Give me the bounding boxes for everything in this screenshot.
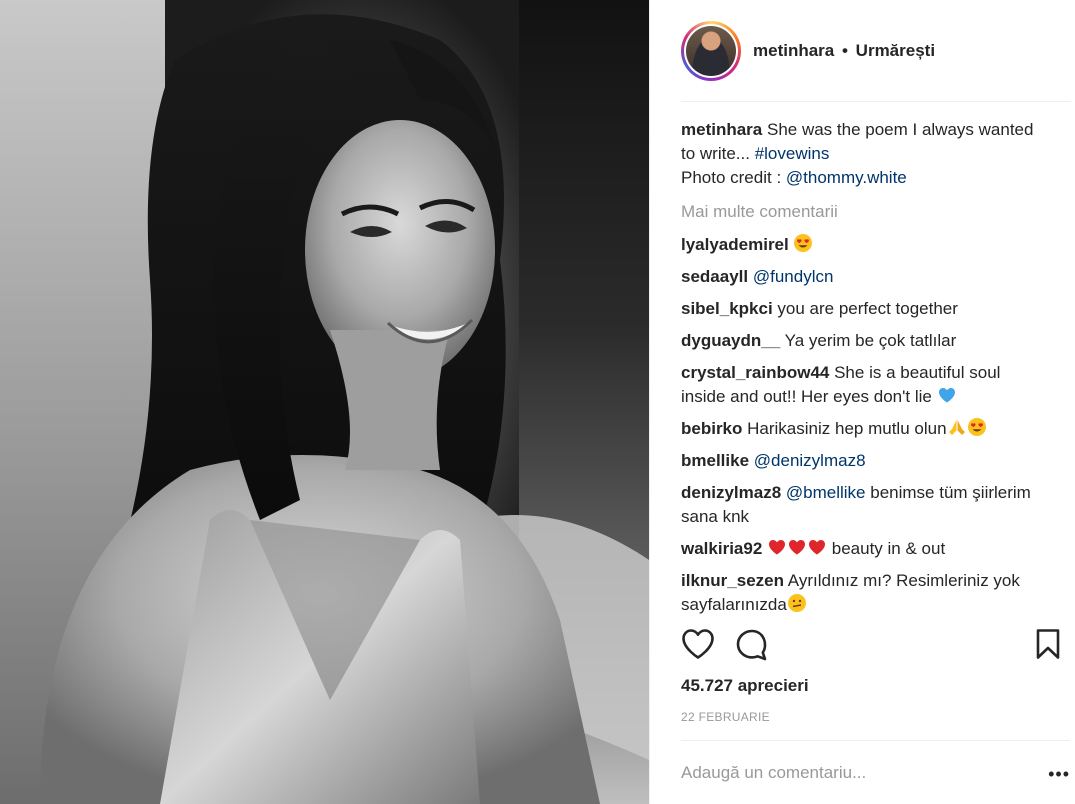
comment-item: sedaayll @fundylcn <box>681 265 1043 289</box>
post-photo[interactable] <box>0 0 649 804</box>
comment-text: Ya yerim be çok tatlılar <box>784 331 957 350</box>
comment-text: you are perfect together <box>777 299 958 318</box>
caption-text-2: Photo credit : <box>681 168 786 187</box>
comment-item: ilknur_sezen Ayrıldınız mı? Resimleriniz… <box>681 569 1043 614</box>
comment-username[interactable]: sedaayll <box>681 267 748 286</box>
header-divider <box>681 101 1071 102</box>
caption-hashtag[interactable]: #lovewins <box>755 144 830 163</box>
comment-username[interactable]: ilknur_sezen <box>681 571 784 590</box>
comments-list[interactable]: metinhara She was the poem I always want… <box>681 118 1043 614</box>
caption-username[interactable]: metinhara <box>681 120 762 139</box>
comment-username[interactable]: denizylmaz8 <box>681 483 781 502</box>
photo-illustration <box>40 14 649 804</box>
header-separator: • <box>841 41 848 60</box>
comment-item: bebirko Harikasiniz hep mutlu olun <box>681 417 1043 441</box>
post-info-pane: metinhara • Urmărești metinhara She was … <box>649 0 1075 804</box>
comment-text: Harikasiniz hep mutlu olun <box>747 419 947 438</box>
comment-username[interactable]: bmellike <box>681 451 749 470</box>
comment-username[interactable]: walkiria92 <box>681 539 762 558</box>
comment-mention[interactable]: @bmellike <box>786 483 866 502</box>
comment-item: walkiria92 beauty in & out <box>681 537 1043 561</box>
caption-mention[interactable]: @thommy.white <box>786 168 907 187</box>
comment-mention[interactable]: @fundylcn <box>753 267 834 286</box>
comment-item: denizylmaz8 @bmellike benimse tüm şiirle… <box>681 481 1043 529</box>
post-actions <box>681 628 1061 664</box>
caption: metinhara She was the poem I always want… <box>681 118 1043 190</box>
avatar[interactable] <box>686 26 736 76</box>
comment-mention[interactable]: @denizylmaz8 <box>754 451 866 470</box>
comment-item: crystal_rainbow44 She is a beautiful sou… <box>681 361 1043 409</box>
comment-item: bmellike @denizylmaz8 <box>681 449 1043 473</box>
story-ring[interactable] <box>681 21 741 81</box>
post-header: metinhara • Urmărești <box>650 0 1075 102</box>
folded-hands-emoji-icon <box>948 420 965 435</box>
likes-count[interactable]: 45.727 aprecieri <box>681 676 809 696</box>
comment-username[interactable]: dyguaydn__ <box>681 331 780 350</box>
follow-status-button[interactable]: Urmărești <box>856 41 935 60</box>
more-options-icon[interactable]: ••• <box>1048 765 1070 783</box>
load-more-comments-link[interactable]: Mai multe comentarii <box>681 200 1043 224</box>
heart-eyes-emoji-icon <box>967 418 986 436</box>
red-heart-emoji-icon <box>789 540 806 555</box>
red-heart-emoji-icon <box>809 540 826 555</box>
comment-username[interactable]: crystal_rainbow44 <box>681 363 829 382</box>
like-heart-icon[interactable] <box>681 628 715 660</box>
comment-username[interactable]: sibel_kpkci <box>681 299 773 318</box>
add-comment-bar: ••• <box>681 740 1070 804</box>
heart-eyes-emoji-icon <box>794 234 813 252</box>
add-comment-input[interactable] <box>681 762 1011 783</box>
save-bookmark-icon[interactable] <box>1035 628 1061 660</box>
confused-emoji-icon <box>787 594 806 612</box>
comment-item: sibel_kpkci you are perfect together <box>681 297 1043 321</box>
header-text: metinhara • Urmărești <box>753 41 935 61</box>
comment-item: dyguaydn__ Ya yerim be çok tatlılar <box>681 329 1043 353</box>
comment-text: beauty in & out <box>831 539 946 558</box>
post-date[interactable]: 22 FEBRUARIE <box>681 710 770 724</box>
comment-username[interactable]: lyalyademirel <box>681 235 789 254</box>
red-heart-emoji-icon <box>769 540 786 555</box>
blue-heart-emoji-icon <box>938 388 955 403</box>
header-username[interactable]: metinhara <box>753 41 834 60</box>
comment-item: lyalyademirel <box>681 233 1043 257</box>
comment-username[interactable]: bebirko <box>681 419 742 438</box>
comment-bubble-icon[interactable] <box>735 628 769 662</box>
